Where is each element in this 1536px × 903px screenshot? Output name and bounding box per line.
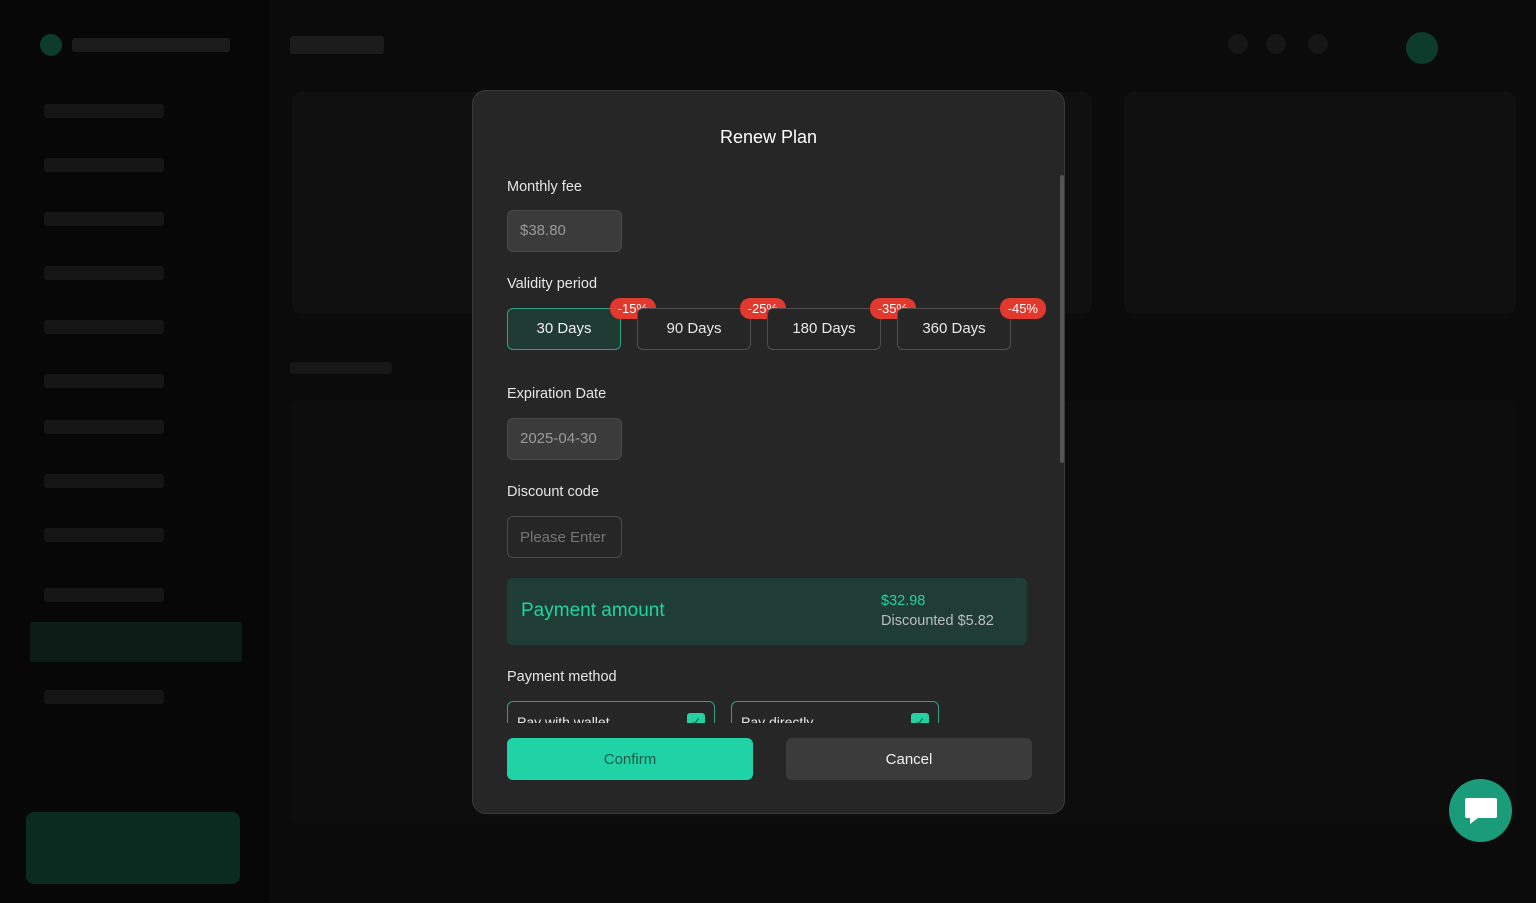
chat-support-button[interactable] bbox=[1449, 779, 1512, 842]
expiration-date-label: Expiration Date bbox=[507, 386, 607, 402]
period-label: 30 Days bbox=[536, 320, 592, 337]
period-option-90-days[interactable]: 90 Days -25% bbox=[637, 298, 786, 350]
payment-amount-value: $32.98 bbox=[881, 593, 926, 609]
period-label: 360 Days bbox=[922, 320, 986, 337]
payment-method-label: Payment method bbox=[507, 669, 617, 685]
discount-badge: -45% bbox=[999, 298, 1046, 319]
dialog-title: Renew Plan bbox=[719, 127, 818, 147]
method-label: Pay directly bbox=[741, 714, 814, 723]
background-page-title bbox=[290, 36, 384, 54]
renew-plan-dialog: Renew Plan Monthly fee $38.80 Validity p… bbox=[472, 90, 1065, 814]
confirm-button[interactable]: Confirm bbox=[507, 738, 753, 780]
monthly-fee-label: Monthly fee bbox=[507, 179, 582, 195]
background-nav-item bbox=[44, 588, 164, 602]
background-header-icon bbox=[1266, 34, 1286, 54]
background-nav-active bbox=[30, 622, 242, 662]
background-nav-item bbox=[44, 104, 164, 118]
background-nav-item bbox=[44, 158, 164, 172]
expiration-date-field: 2025-04-30 bbox=[507, 418, 622, 460]
payment-discount-value: Discounted $5.82 bbox=[881, 613, 994, 629]
background-nav-item bbox=[44, 528, 164, 542]
background-nav-item bbox=[44, 266, 164, 280]
dialog-scrollbar[interactable] bbox=[1060, 175, 1064, 463]
dialog-scroll-area[interactable]: Monthly fee $38.80 Validity period 30 Da… bbox=[473, 161, 1064, 723]
period-option-360-days[interactable]: 360 Days -45% bbox=[897, 298, 1046, 350]
discount-code-label: Discount code bbox=[507, 484, 599, 500]
background-header-icon bbox=[1228, 34, 1248, 54]
period-option-180-days[interactable]: 180 Days -35% bbox=[767, 298, 916, 350]
background-header-icon bbox=[1308, 34, 1328, 54]
background-plan-card bbox=[26, 812, 240, 884]
background-section-title bbox=[290, 362, 392, 374]
period-label: 180 Days bbox=[792, 320, 856, 337]
payment-amount-label: Payment amount bbox=[521, 600, 665, 621]
background-nav-item bbox=[44, 320, 164, 334]
background-avatar bbox=[1406, 32, 1438, 64]
discount-code-input[interactable] bbox=[507, 516, 622, 558]
period-label: 90 Days bbox=[666, 320, 722, 337]
background-nav-item bbox=[44, 374, 164, 388]
payment-method-direct[interactable]: Pay directly ✓ bbox=[731, 701, 939, 723]
cancel-button[interactable]: Cancel bbox=[786, 738, 1032, 780]
checkbox-checked-icon[interactable]: ✓ bbox=[911, 713, 929, 723]
checkbox-checked-icon[interactable]: ✓ bbox=[687, 713, 705, 723]
background-sidebar bbox=[0, 0, 270, 903]
period-option-30-days[interactable]: 30 Days -15% bbox=[507, 298, 656, 350]
background-logo bbox=[40, 30, 230, 58]
payment-amount-panel: Payment amount $32.98 Discounted $5.82 bbox=[507, 578, 1027, 645]
method-label: Pay with wallet bbox=[517, 714, 610, 723]
background-statistics-card bbox=[1124, 92, 1516, 314]
background-nav-item bbox=[44, 420, 164, 434]
background-nav-item bbox=[44, 690, 164, 704]
chat-bubble-icon bbox=[1465, 798, 1497, 824]
validity-period-label: Validity period bbox=[507, 276, 598, 292]
monthly-fee-field: $38.80 bbox=[507, 210, 622, 252]
background-nav-item bbox=[44, 212, 164, 226]
payment-method-wallet[interactable]: Pay with wallet ✓ bbox=[507, 701, 715, 723]
background-nav-item bbox=[44, 474, 164, 488]
